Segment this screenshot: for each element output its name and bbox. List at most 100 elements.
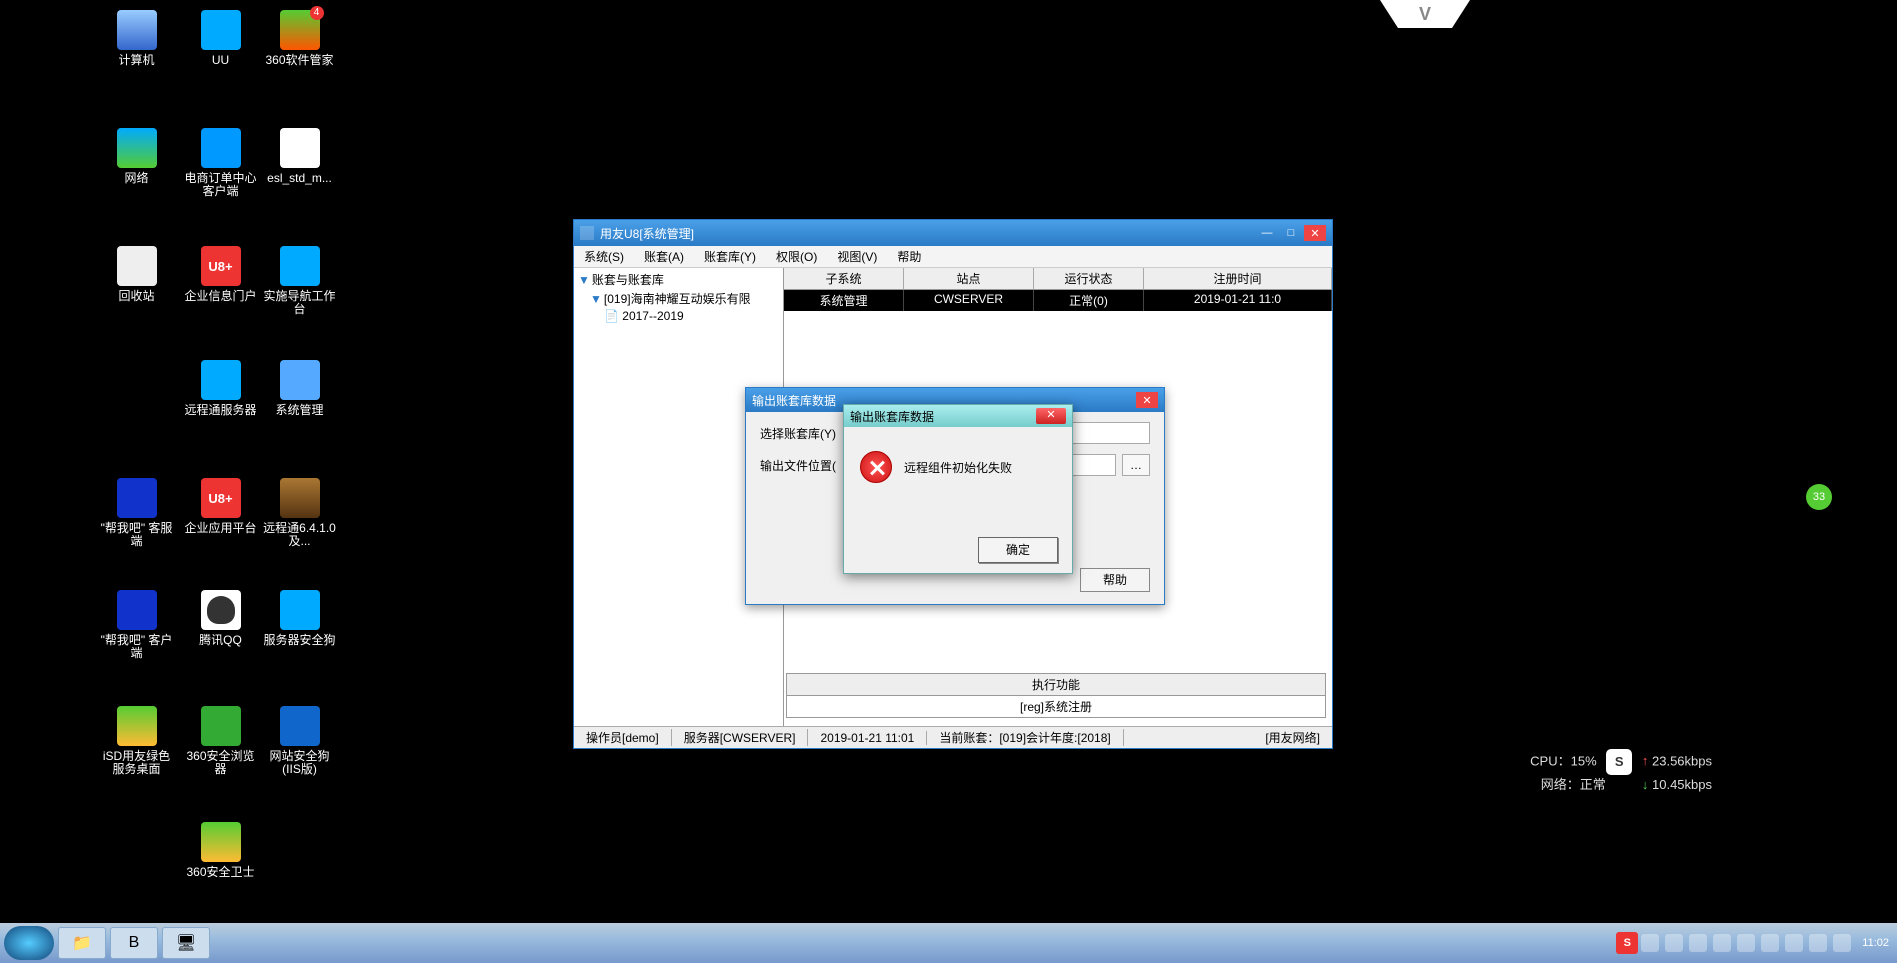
desktop-icon-isd[interactable]: iSD用友绿色服务桌面 [99, 706, 174, 776]
desktop-icon-qq[interactable]: 腾讯QQ [183, 590, 258, 647]
taskbar: 📁 B 🖥 S 11:02 [0, 923, 1897, 963]
tray-icon[interactable] [1641, 934, 1659, 952]
error-titlebar[interactable]: 输出账套库数据 ✕ [844, 405, 1072, 427]
webdog-icon [280, 706, 320, 746]
desktop-icon-network[interactable]: 网络 [99, 128, 174, 185]
desktop-icon-recycle[interactable]: 回收站 [99, 246, 174, 303]
navwork-icon [280, 246, 320, 286]
desktop-icon-sysmgr[interactable]: 系统管理 [262, 360, 337, 417]
v-logo-icon: V [1419, 4, 1431, 25]
titlebar-title: 用友U8[系统管理] [600, 225, 694, 242]
clock[interactable]: 11:02 [1862, 937, 1889, 949]
portal-icon: U8+ [201, 246, 241, 286]
download-speed: 10.45kbps [1642, 777, 1712, 792]
tray-icon[interactable] [1785, 934, 1803, 952]
func-panel: 执行功能 [reg]系统注册 [786, 673, 1326, 718]
360safe-icon [201, 822, 241, 862]
error-close-button[interactable]: ✕ [1036, 408, 1066, 424]
icon-label: esl_std_m... [262, 172, 337, 185]
recycle-icon [117, 246, 157, 286]
menu-item[interactable]: 系统(S) [574, 248, 634, 265]
minimize-button[interactable]: — [1256, 225, 1278, 241]
desktop-icon-ecenter[interactable]: 电商订单中心客户端 [183, 128, 258, 198]
icon-label: 电商订单中心客户端 [183, 172, 258, 198]
ecenter-icon [201, 128, 241, 168]
app-icon [580, 226, 594, 240]
icon-label: 系统管理 [262, 404, 337, 417]
error-icon [860, 451, 892, 483]
status-datetime: 2019-01-21 11:01 [808, 731, 927, 745]
sogou-ime-icon[interactable]: S [1616, 932, 1638, 954]
tray-icon[interactable] [1809, 934, 1827, 952]
menu-item[interactable]: 帮助 [887, 248, 931, 265]
network-icon [117, 128, 157, 168]
taskbar-app2[interactable]: 🖥 [162, 927, 210, 959]
side-bubble[interactable]: 33 [1806, 484, 1832, 510]
qq-icon [201, 590, 241, 630]
tray-icon[interactable] [1689, 934, 1707, 952]
status-net: [用友网络] [1253, 729, 1332, 746]
icon-label: 计算机 [99, 54, 174, 67]
close-button[interactable]: ✕ [1304, 225, 1326, 241]
eslfile-icon [280, 128, 320, 168]
desktop-icon-helpcli[interactable]: "帮我吧" 客户端 [99, 590, 174, 660]
icon-label: 腾讯QQ [183, 634, 258, 647]
tray-icon[interactable] [1737, 934, 1755, 952]
tray-icon[interactable] [1665, 934, 1683, 952]
tree-year[interactable]: 📄 2017--2019 [576, 308, 781, 324]
desktop-icon-eslfile[interactable]: esl_std_m... [262, 128, 337, 185]
export-close-button[interactable]: ✕ [1136, 392, 1158, 408]
tray-icon[interactable] [1713, 934, 1731, 952]
remserver-icon [201, 360, 241, 400]
start-button[interactable] [4, 926, 54, 960]
icon-label: 回收站 [99, 290, 174, 303]
desktop-icon-360safe[interactable]: 360安全卫士 [183, 822, 258, 879]
ok-button[interactable]: 确定 [978, 537, 1058, 563]
desktop-icon-navwork[interactable]: 实施导航工作台 [262, 246, 337, 316]
browse-button[interactable]: … [1122, 454, 1150, 476]
status-server: 服务器[CWSERVER] [672, 729, 809, 746]
tree-account[interactable]: ▼[019]海南神耀互动娱乐有限 [576, 289, 781, 308]
network-monitor: CPU：15% S 23.56kbps 网络：正常 10.45kbps [1530, 749, 1712, 795]
grid-row[interactable]: 系统管理 CWSERVER 正常(0) 2019-01-21 11:0 [784, 290, 1332, 311]
statusbar: 操作员[demo] 服务器[CWSERVER] 2019-01-21 11:01… [574, 726, 1332, 748]
maximize-button[interactable]: □ [1280, 225, 1302, 241]
icon-label: UU [183, 54, 258, 67]
icon-label: 服务器安全狗 [262, 634, 337, 647]
menu-item[interactable]: 账套(A) [634, 248, 694, 265]
taskbar-explorer[interactable]: 📁 [58, 927, 106, 959]
desktop-icon-webdog[interactable]: 网站安全狗(IIS版) [262, 706, 337, 776]
desktop-icon-srvdog[interactable]: 服务器安全狗 [262, 590, 337, 647]
desktop-icon-helpme[interactable]: "帮我吧" 客服端 [99, 478, 174, 548]
desktop-icon-remserver[interactable]: 远程通服务器 [183, 360, 258, 417]
360browser-icon [201, 706, 241, 746]
desktop-icon-computer[interactable]: 计算机 [99, 10, 174, 67]
icon-label: 360安全浏览器 [183, 750, 258, 776]
tray-icon[interactable] [1761, 934, 1779, 952]
menu-item[interactable]: 视图(V) [827, 248, 887, 265]
desktop-icon-remote64[interactable]: 远程通6.4.1.0及... [262, 478, 337, 548]
desktop-icon-portal[interactable]: U8+企业信息门户 [183, 246, 258, 303]
tray-icon[interactable] [1833, 934, 1851, 952]
helpcli-icon [117, 590, 157, 630]
menu-item[interactable]: 账套库(Y) [694, 248, 766, 265]
remote64-icon [280, 478, 320, 518]
isd-icon [117, 706, 157, 746]
icon-label: 网站安全狗(IIS版) [262, 750, 337, 776]
menu-item[interactable]: 权限(O) [766, 248, 827, 265]
desktop-icon-entapp[interactable]: U8+ 企业应用平台 [183, 478, 258, 535]
icon-label: 网络 [99, 172, 174, 185]
status-account: 当前账套：[019]会计年度:[2018] [927, 729, 1123, 746]
desktop-icon-360mgr[interactable]: 360软件管家 [262, 10, 337, 67]
taskbar-app1[interactable]: B [110, 927, 158, 959]
tree-root[interactable]: ▼账套与账套库 [576, 270, 781, 289]
desktop-icon-uu[interactable]: UU [183, 10, 258, 67]
entapp-icon: U8+ [201, 478, 241, 518]
titlebar[interactable]: 用友U8[系统管理] — □ ✕ [574, 220, 1332, 246]
help-button[interactable]: 帮助 [1080, 568, 1150, 592]
icon-label: 实施导航工作台 [262, 290, 337, 316]
system-tray: S 11:02 [1616, 923, 1897, 963]
upload-speed: 23.56kbps [1642, 753, 1712, 768]
icon-label: 企业应用平台 [183, 522, 258, 535]
desktop-icon-360browser[interactable]: 360安全浏览器 [183, 706, 258, 776]
